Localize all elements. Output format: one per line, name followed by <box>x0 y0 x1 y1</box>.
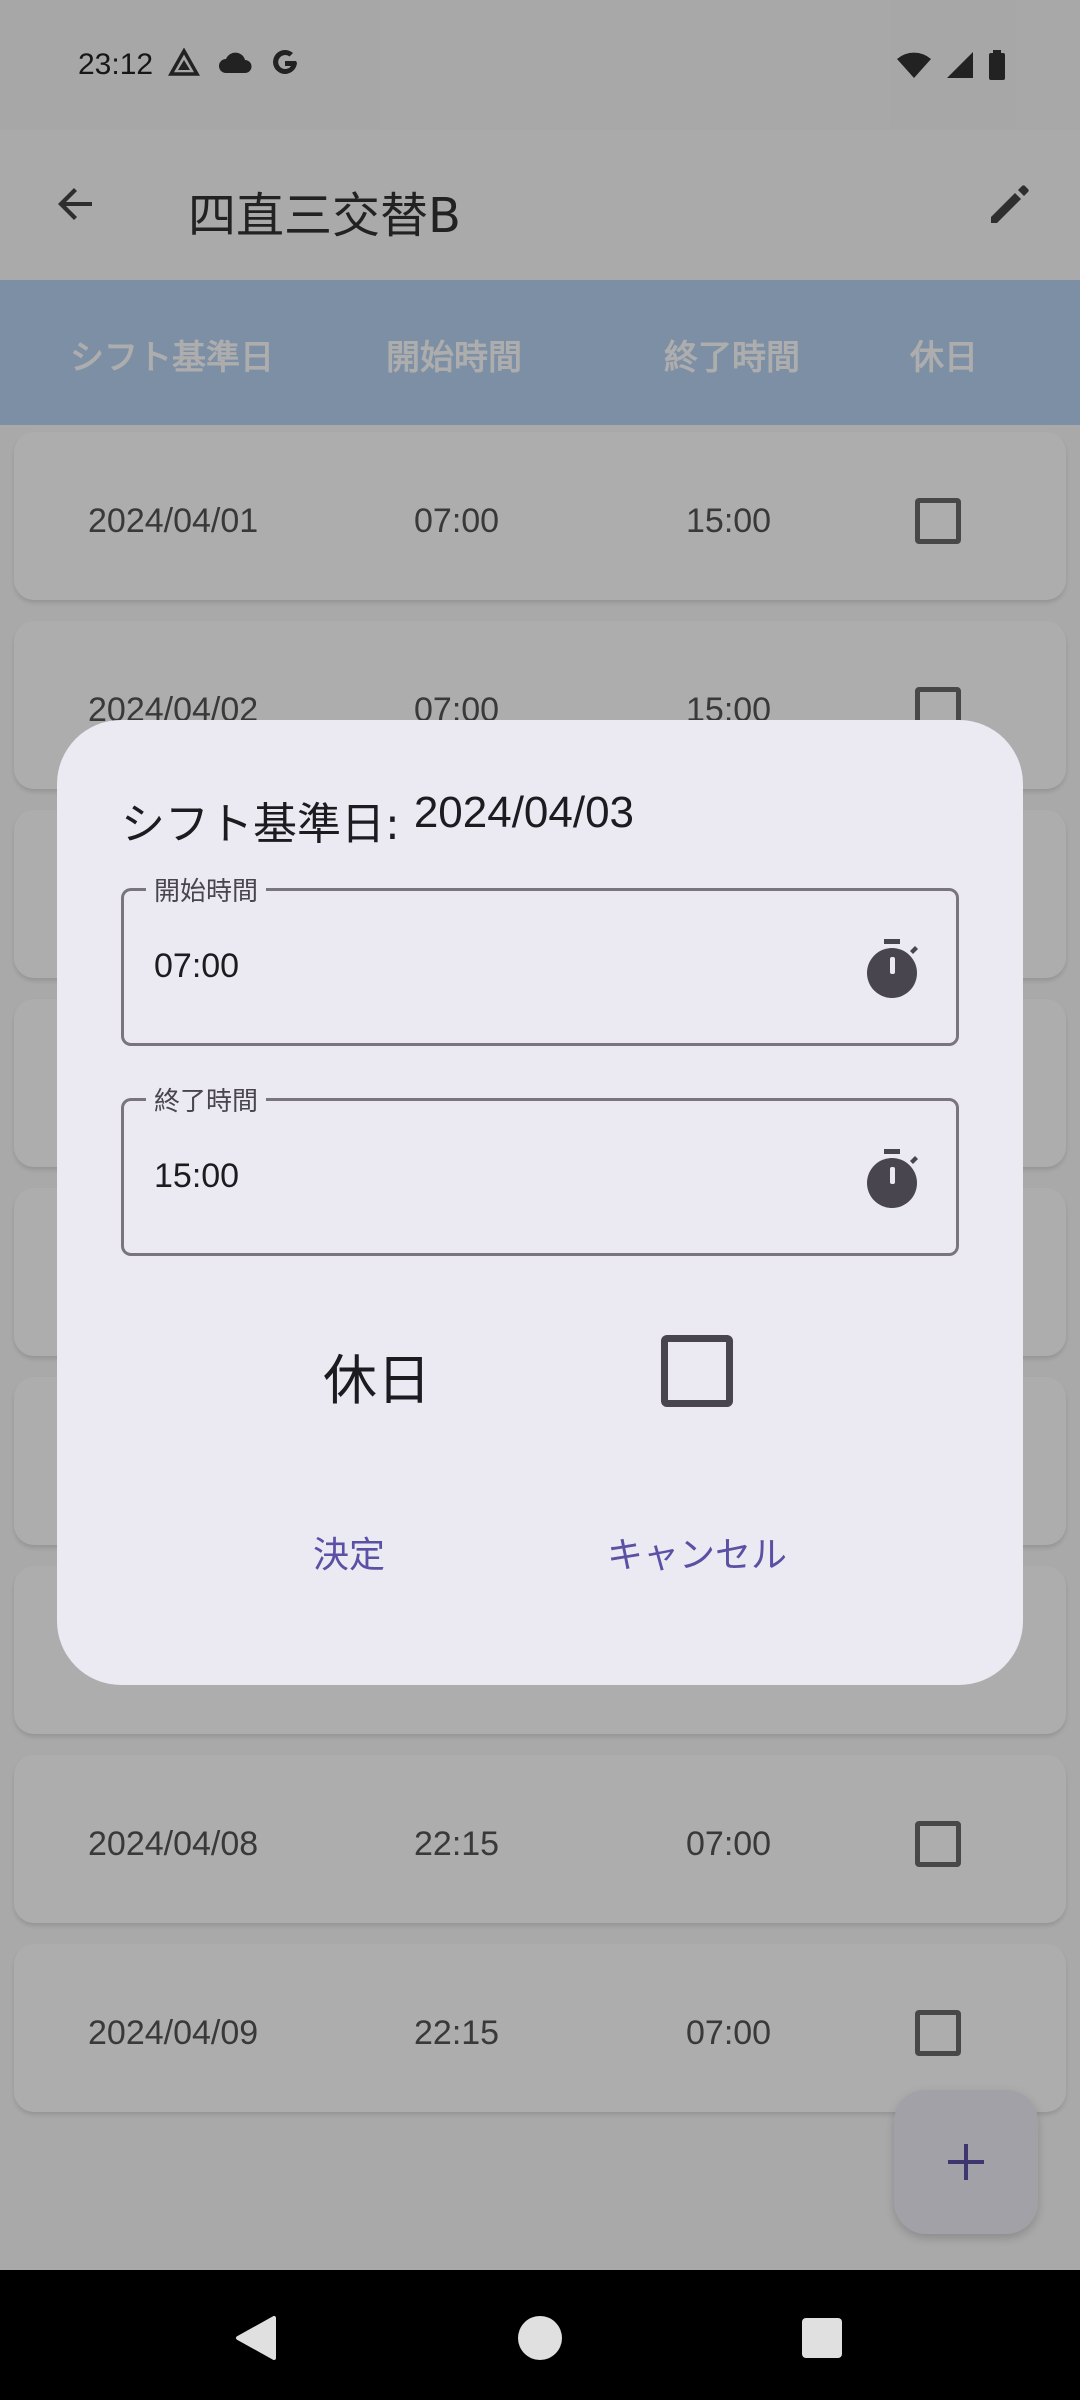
start-time-value: 07:00 <box>154 947 240 985</box>
holiday-label: 休日 <box>323 1349 431 1412</box>
nav-recents-button[interactable] <box>792 2308 852 2368</box>
nav-back-icon <box>236 2316 276 2360</box>
timer-icon[interactable] <box>862 1147 922 1211</box>
dialog-title-date: 2024/04/03 <box>413 788 635 837</box>
nav-back-button[interactable] <box>226 2308 286 2368</box>
system-nav-bar <box>0 2270 1080 2400</box>
holiday-checkbox[interactable] <box>661 1335 733 1407</box>
start-time-field[interactable]: 開始時間 07:00 <box>121 871 959 1046</box>
end-time-value: 15:00 <box>154 1157 240 1195</box>
nav-home-button[interactable] <box>510 2308 570 2368</box>
nav-home-icon <box>518 2316 562 2360</box>
cancel-button[interactable]: キャンセル <box>607 1526 787 1578</box>
end-time-field[interactable]: 終了時間 15:00 <box>121 1081 959 1256</box>
nav-recents-icon <box>802 2318 842 2358</box>
dialog-title-prefix: シフト基準日: <box>121 799 414 850</box>
edit-shift-dialog: シフト基準日: 2024/04/03 開始時間 07:00 終了時間 15:00… <box>57 720 1023 1685</box>
dialog-title: シフト基準日: 2024/04/03 <box>121 788 634 852</box>
confirm-button[interactable]: 決定 <box>313 1526 385 1578</box>
start-time-label: 開始時間 <box>146 871 267 908</box>
end-time-label: 終了時間 <box>146 1081 267 1118</box>
timer-icon[interactable] <box>862 937 922 1001</box>
